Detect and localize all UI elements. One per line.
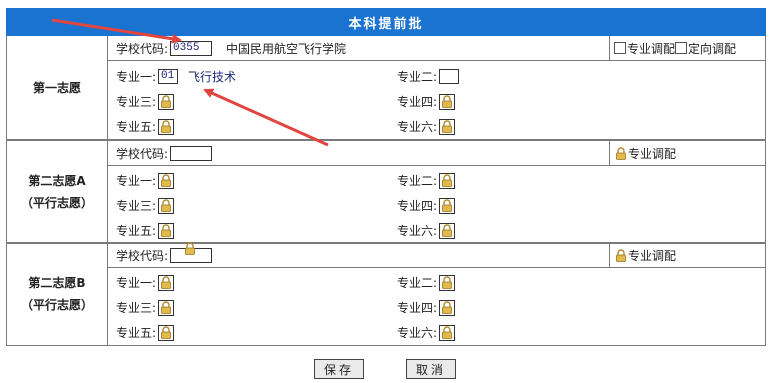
lock-icon xyxy=(158,93,175,110)
school-code-input[interactable]: 0355 xyxy=(170,41,213,56)
lock-icon xyxy=(158,274,175,291)
major-2: 专业二: xyxy=(397,172,456,189)
school-code-input[interactable] xyxy=(170,146,213,161)
major-4: 专业四: xyxy=(397,197,456,214)
lock-icon xyxy=(158,118,175,135)
lock-icon xyxy=(439,172,456,189)
adjust-options: 专业调配 xyxy=(609,141,765,165)
second-choice-b-school-row: 学校代码: 专业调配 xyxy=(108,241,765,268)
major-3: 专业三: xyxy=(116,299,175,316)
major-4: 专业四: xyxy=(397,299,456,316)
adjust-major-checkbox[interactable] xyxy=(614,42,626,54)
major-3: 专业三: xyxy=(116,197,175,214)
lock-icon xyxy=(439,299,456,316)
major-6: 专业六: xyxy=(397,222,456,239)
batch-title: 本科提前批 xyxy=(348,16,424,32)
adjust-options: 专业调配 xyxy=(609,243,765,267)
first-choice-section: 第一志愿 学校代码: 0355 中国民用航空飞行学院 专业调配 定向调配 专业一… xyxy=(6,36,766,140)
major-5: 专业五: xyxy=(116,222,175,239)
major-3: 专业三: xyxy=(116,93,175,110)
major-6: 专业六: xyxy=(397,324,456,341)
adjust-direction-label: 定向调配 xyxy=(688,41,737,56)
major-5: 专业五: xyxy=(116,118,175,135)
second-choice-b-label: 第二志愿B （平行志愿） xyxy=(7,243,108,345)
major-5: 专业五: xyxy=(116,324,175,341)
adjust-direction-checkbox[interactable] xyxy=(675,42,688,54)
batch-title-bar: 本科提前批 xyxy=(6,8,766,36)
lock-icon xyxy=(183,241,197,255)
school-code-label: 学校代码: xyxy=(116,147,169,161)
adjust-major-label: 专业调配 xyxy=(628,146,677,161)
lock-icon xyxy=(158,324,175,341)
major-1: 专业一: xyxy=(116,274,175,291)
save-button[interactable]: 保存 xyxy=(314,359,364,379)
lock-icon xyxy=(439,274,456,291)
school-name: 中国民用航空飞行学院 xyxy=(226,42,347,56)
lock-icon xyxy=(158,222,175,239)
lock-icon xyxy=(439,197,456,214)
second-choice-a-school-row: 学校代码: 专业调配 xyxy=(108,141,765,166)
lock-icon xyxy=(158,197,175,214)
adjust-options: 专业调配 定向调配 xyxy=(609,36,765,60)
lock-icon xyxy=(439,324,456,341)
second-choice-a-section: 第二志愿A （平行志愿） 学校代码: 专业调配 专业一: 专业二: 专业三: 专… xyxy=(6,140,766,244)
school-code-input[interactable] xyxy=(170,241,213,263)
lock-icon xyxy=(439,118,456,135)
major-1-code-input[interactable]: 01 xyxy=(158,69,179,84)
lock-icon xyxy=(439,222,456,239)
second-choice-a-label: 第二志愿A （平行志愿） xyxy=(7,141,108,243)
cancel-button[interactable]: 取消 xyxy=(406,359,456,379)
lock-icon xyxy=(614,248,628,262)
first-choice-label: 第一志愿 xyxy=(7,36,108,139)
adjust-major-label: 专业调配 xyxy=(627,41,676,56)
lock-icon xyxy=(158,299,175,316)
lock-icon xyxy=(439,93,456,110)
major-1: 专业一: xyxy=(116,172,175,189)
lock-icon xyxy=(158,172,175,189)
first-choice-school-row: 学校代码: 0355 中国民用航空飞行学院 专业调配 定向调配 xyxy=(108,36,765,61)
major-2: 专业二: xyxy=(397,274,456,291)
second-choice-b-section: 第二志愿B （平行志愿） 学校代码: 专业调配 专业一: 专业二: 专业三: 专… xyxy=(6,241,766,346)
major-2: 专业二: xyxy=(397,68,460,85)
major-2-code-input[interactable] xyxy=(439,69,460,84)
major-6: 专业六: xyxy=(397,118,456,135)
adjust-major-label: 专业调配 xyxy=(628,248,677,263)
lock-icon xyxy=(614,146,628,160)
school-code-label: 学校代码: xyxy=(116,249,169,263)
major-1-name: 飞行技术 xyxy=(188,70,237,84)
school-code-label: 学校代码: xyxy=(116,42,169,56)
major-4: 专业四: xyxy=(397,93,456,110)
major-1: 专业一: 01 飞行技术 xyxy=(116,69,237,84)
